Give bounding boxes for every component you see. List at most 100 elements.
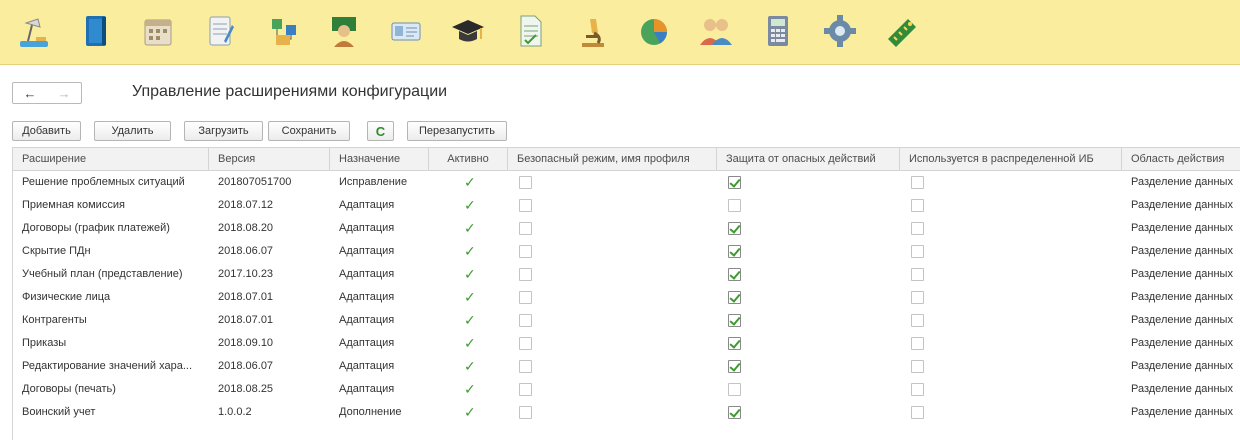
col-extension-cell: Контрагенты (22, 314, 87, 326)
page-title: Управление расширениями конфигурации (132, 83, 448, 100)
protection-checkbox[interactable] (728, 383, 741, 396)
col-version-cell: 201807051700 (218, 176, 292, 188)
col-purpose-cell: Адаптация (339, 314, 395, 326)
table-row[interactable]: Решение проблемных ситуаций 201807051700 И… (13, 171, 1240, 194)
refresh-button[interactable]: C (367, 121, 394, 141)
gear-icon[interactable] (820, 11, 860, 51)
distributed-checkbox[interactable] (911, 176, 924, 189)
protection-checkbox[interactable] (728, 337, 741, 350)
table-row[interactable]: Контрагенты 2018.07.01 Адаптация ✓ Разделени… (13, 309, 1240, 332)
structure-icon[interactable] (264, 11, 304, 51)
col-protection-header[interactable]: Защита от опасных действий (717, 148, 900, 170)
distributed-checkbox[interactable] (911, 222, 924, 235)
forward-button[interactable]: → (47, 83, 81, 103)
col-purpose-cell: Исправление (339, 176, 408, 188)
col-scope-cell: Разделение данных (1131, 245, 1233, 257)
notepad-icon[interactable] (200, 11, 240, 51)
active-check-icon: ✓ (464, 266, 476, 282)
save-button[interactable]: Сохранить (268, 121, 350, 141)
table-row[interactable]: Приказы 2018.09.10 Адаптация ✓ Разделение да… (13, 332, 1240, 355)
active-check-icon: ✓ (464, 220, 476, 236)
distributed-checkbox[interactable] (911, 245, 924, 258)
col-version-cell: 2018.09.10 (218, 337, 274, 349)
active-check-icon: ✓ (464, 197, 476, 213)
col-safe-mode-header[interactable]: Безопасный режим, имя профиля (508, 148, 717, 170)
calendar-icon[interactable] (138, 11, 178, 51)
table-row[interactable]: Приемная комиссия 2018.07.12 Адаптация ✓ Раз… (13, 194, 1240, 217)
safe-mode-checkbox[interactable] (519, 314, 532, 327)
table-row[interactable]: Договоры (печать) 2018.08.25 Адаптация ✓ Раз… (13, 378, 1240, 401)
col-extension-cell: Воинский учет (22, 406, 96, 418)
col-extension-cell: Физические лица (22, 291, 111, 303)
col-extension-cell: Скрытие ПДн (22, 245, 91, 257)
protection-checkbox[interactable] (728, 176, 741, 189)
safe-mode-checkbox[interactable] (519, 383, 532, 396)
protection-checkbox[interactable] (728, 222, 741, 235)
ruler-tag-icon[interactable] (882, 11, 922, 51)
col-purpose-header[interactable]: Назначение (330, 148, 429, 170)
protection-checkbox[interactable] (728, 268, 741, 281)
protection-checkbox[interactable] (728, 406, 741, 419)
protection-checkbox[interactable] (728, 291, 741, 304)
distributed-checkbox[interactable] (911, 268, 924, 281)
col-purpose-cell: Адаптация (339, 291, 395, 303)
protection-checkbox[interactable] (728, 360, 741, 373)
microscope-icon[interactable] (572, 11, 612, 51)
col-scope-header[interactable]: Область действия (1122, 148, 1240, 170)
table-header: Расширение Версия Назначение Активно Безопас… (13, 148, 1240, 171)
distributed-checkbox[interactable] (911, 360, 924, 373)
distributed-checkbox[interactable] (911, 337, 924, 350)
add-button[interactable]: Добавить (12, 121, 81, 141)
teacher-icon[interactable] (324, 11, 364, 51)
col-extension-cell: Учебный план (представление) (22, 268, 183, 280)
table-row[interactable]: Скрытие ПДн 2018.06.07 Адаптация ✓ Разделени… (13, 240, 1240, 263)
desk-lamp-icon[interactable] (14, 11, 54, 51)
protection-checkbox[interactable] (728, 245, 741, 258)
distributed-checkbox[interactable] (911, 291, 924, 304)
safe-mode-checkbox[interactable] (519, 245, 532, 258)
protection-checkbox[interactable] (728, 314, 741, 327)
id-card-icon[interactable] (386, 11, 426, 51)
users-icon[interactable] (696, 11, 736, 51)
load-button[interactable]: Загрузить (184, 121, 263, 141)
sections-panel (0, 0, 1240, 65)
safe-mode-checkbox[interactable] (519, 406, 532, 419)
extensions-table: Расширение Версия Назначение Активно Безопас… (12, 147, 1240, 440)
distributed-checkbox[interactable] (911, 199, 924, 212)
distributed-checkbox[interactable] (911, 314, 924, 327)
table-row[interactable]: Воинский учет 1.0.0.2 Дополнение ✓ Разделени… (13, 401, 1240, 424)
calculator-icon[interactable] (758, 11, 798, 51)
book-icon[interactable] (76, 11, 116, 51)
safe-mode-checkbox[interactable] (519, 291, 532, 304)
back-button[interactable]: ← (13, 83, 47, 103)
distributed-checkbox[interactable] (911, 406, 924, 419)
delete-button[interactable]: Удалить (94, 121, 171, 141)
col-extension-header[interactable]: Расширение (13, 148, 209, 170)
col-scope-cell: Разделение данных (1131, 176, 1233, 188)
col-active-header[interactable]: Активно (429, 148, 508, 170)
col-scope-cell: Разделение данных (1131, 406, 1233, 418)
restart-button[interactable]: Перезапустить (407, 121, 507, 141)
document-icon[interactable] (510, 11, 550, 51)
col-version-cell: 2018.07.12 (218, 199, 274, 211)
safe-mode-checkbox[interactable] (519, 176, 532, 189)
col-version-cell: 2018.06.07 (218, 245, 274, 257)
safe-mode-checkbox[interactable] (519, 222, 532, 235)
distributed-checkbox[interactable] (911, 383, 924, 396)
col-extension-cell: Договоры (график платежей) (22, 222, 170, 234)
table-row[interactable]: Договоры (график платежей) 2018.08.20 Адап… (13, 217, 1240, 240)
safe-mode-checkbox[interactable] (519, 360, 532, 373)
safe-mode-checkbox[interactable] (519, 268, 532, 281)
col-scope-cell: Разделение данных (1131, 314, 1233, 326)
protection-checkbox[interactable] (728, 199, 741, 212)
table-row[interactable]: Редактирование значений хара... 2018.06.0… (13, 355, 1240, 378)
col-scope-cell: Разделение данных (1131, 383, 1233, 395)
col-version-header[interactable]: Версия (209, 148, 330, 170)
safe-mode-checkbox[interactable] (519, 199, 532, 212)
pie-chart-icon[interactable] (634, 11, 674, 51)
table-row[interactable]: Физические лица 2018.07.01 Адаптация ✓ Разде… (13, 286, 1240, 309)
table-row[interactable]: Учебный план (представление) 2017.10.23 Ад… (13, 263, 1240, 286)
col-distributed-header[interactable]: Используется в распределенной ИБ (900, 148, 1122, 170)
safe-mode-checkbox[interactable] (519, 337, 532, 350)
graduation-cap-icon[interactable] (448, 11, 488, 51)
